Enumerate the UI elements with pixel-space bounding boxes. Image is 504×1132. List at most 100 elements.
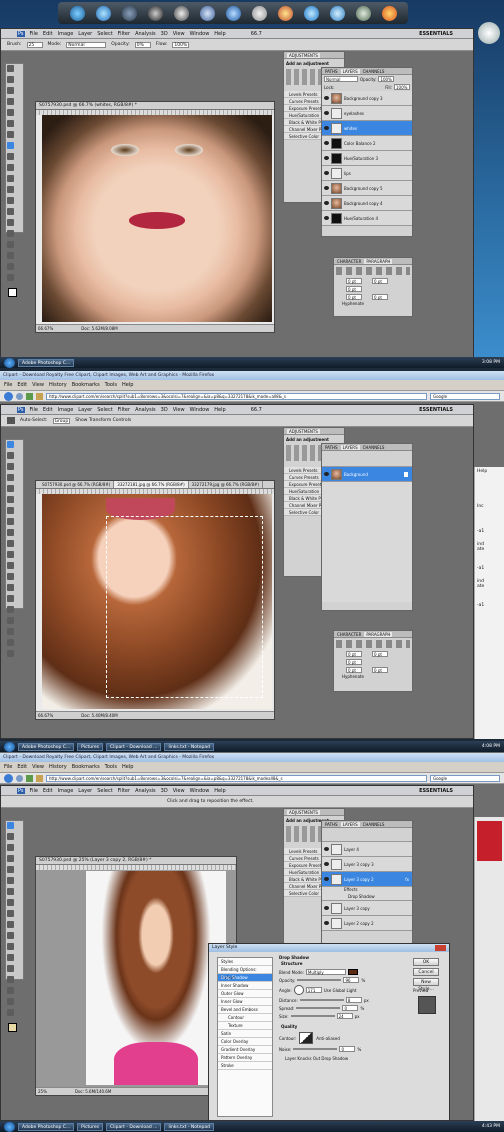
layer-name[interactable]: Hue/Saturation 4 <box>344 216 378 221</box>
layer-name[interactable]: Background copy 5 <box>344 186 383 191</box>
stamp-tool-icon[interactable] <box>7 153 14 160</box>
menu-help[interactable]: Help <box>214 788 225 794</box>
history-brush-icon[interactable] <box>7 540 14 547</box>
help-icon[interactable] <box>225 5 241 21</box>
visibility-eye-icon[interactable] <box>324 921 329 925</box>
visibility-eye-icon[interactable] <box>324 126 329 130</box>
crop-tool-icon[interactable] <box>7 109 14 116</box>
layer-row[interactable]: Layer 4 <box>322 842 412 857</box>
layer-row[interactable]: Hue/Saturation 4 <box>322 211 412 226</box>
noise-field[interactable]: 0 <box>339 1046 356 1052</box>
layer-name[interactable]: Layer 3 copy 3 <box>344 862 374 867</box>
menu-view[interactable]: View <box>173 31 185 37</box>
tab-channels[interactable]: CHANNELS <box>363 445 385 450</box>
layer-name[interactable]: Background <box>344 472 368 477</box>
path-select-icon[interactable] <box>7 241 14 248</box>
layer-row[interactable]: Color Balance 2 <box>322 136 412 151</box>
spread-slider[interactable] <box>296 1007 341 1009</box>
spread-field[interactable]: 0 <box>342 1005 359 1011</box>
close-icon[interactable] <box>435 945 446 951</box>
menu-help[interactable]: Help <box>214 31 225 37</box>
menu-layer[interactable]: Layer <box>78 407 92 413</box>
forward-icon[interactable] <box>16 774 23 782</box>
crop-tool-icon[interactable] <box>7 866 14 873</box>
trash-icon[interactable] <box>251 5 267 21</box>
document-title[interactable]: S0757930.psd @ 25% (Layer 3 copy 2, RGB/… <box>36 857 236 865</box>
angle-dial-icon[interactable] <box>293 985 304 995</box>
marquee-tool-icon[interactable] <box>7 76 14 83</box>
ff-menu-history[interactable]: History <box>49 764 67 770</box>
new-style-button[interactable]: New Style... <box>413 978 439 992</box>
healing-tool-icon[interactable] <box>7 888 14 895</box>
fill-field[interactable]: 100% <box>394 84 410 90</box>
lasso-tool-icon[interactable] <box>7 463 14 470</box>
wand-tool-icon[interactable] <box>7 98 14 105</box>
taskbar-firefox[interactable]: Clipart - Download ... <box>106 1122 162 1131</box>
lasso-tool-icon[interactable] <box>7 844 14 851</box>
ff-menu-help[interactable]: Help <box>122 764 133 770</box>
zoom-level[interactable]: 66.7 <box>251 31 262 37</box>
tab-layers[interactable]: LAYERS <box>340 444 360 450</box>
zoom-level[interactable]: 66.7 <box>251 407 262 413</box>
zoom-tool-icon[interactable] <box>7 1009 14 1016</box>
cancel-button[interactable]: Cancel <box>413 968 439 976</box>
hyphenate-checkbox[interactable]: Hyphenate <box>334 301 412 306</box>
menu-file[interactable]: File <box>30 31 38 37</box>
crop-tool-icon[interactable] <box>7 485 14 492</box>
visibility-eye-icon[interactable] <box>324 906 329 910</box>
brush-tool-icon[interactable] <box>7 142 14 149</box>
menu-select[interactable]: Select <box>97 31 112 37</box>
url-bar[interactable]: http://www.clipart.com/en/search/split?s… <box>46 392 427 400</box>
menu-select[interactable]: Select <box>97 407 112 413</box>
style-contour[interactable]: Contour <box>218 1014 272 1022</box>
wand-tool-icon[interactable] <box>7 855 14 862</box>
space-after[interactable]: 0 pt <box>372 667 388 673</box>
brush-tool-icon[interactable] <box>7 899 14 906</box>
style-drop-shadow[interactable]: Drop Shadow <box>218 974 272 982</box>
layer-row[interactable]: Layer 3 copy 3 <box>322 857 412 872</box>
firefox-titlebar[interactable]: Clipart - Download Royalty Free Clipart,… <box>0 753 504 762</box>
home-icon[interactable] <box>36 774 43 782</box>
search-box[interactable]: Google <box>430 774 500 782</box>
tab-adjustments[interactable]: ADJUSTMENTS <box>287 809 320 815</box>
taskbar-firefox[interactable]: Clipart - Download ... <box>106 742 162 751</box>
styles-header[interactable]: Styles <box>218 958 272 966</box>
menu-analysis[interactable]: Analysis <box>135 31 156 37</box>
visibility-eye-icon[interactable] <box>324 96 329 100</box>
visibility-eye-icon[interactable] <box>324 171 329 175</box>
taskbar-pictures[interactable]: Pictures <box>77 1122 103 1131</box>
angle-field[interactable]: 171 <box>305 987 322 993</box>
visibility-eye-icon[interactable] <box>324 847 329 851</box>
move-tool-icon[interactable] <box>7 822 14 829</box>
layer-row[interactable]: Background copy 4 <box>322 196 412 211</box>
menu-edit[interactable]: Edit <box>43 31 53 37</box>
indent-right[interactable]: 0 pt <box>372 651 388 657</box>
tab-paragraph[interactable]: PARAGRAPH <box>364 631 393 637</box>
layer-name[interactable]: Layer 4 <box>344 847 359 852</box>
move-tool-icon[interactable] <box>7 441 14 448</box>
flow-field[interactable]: 100% <box>172 41 190 48</box>
layer-name[interactable]: Background copy 4 <box>344 201 383 206</box>
zoom-readout[interactable]: 66.67% <box>38 713 53 718</box>
zoom-readout[interactable]: 25% <box>38 1089 47 1094</box>
style-blending-options[interactable]: Blending Options: Default <box>218 966 272 980</box>
start-button-icon[interactable] <box>4 741 15 752</box>
firefox-icon[interactable] <box>381 5 397 21</box>
layer-row[interactable]: eyelashes <box>322 106 412 121</box>
blur-tool-icon[interactable] <box>7 573 14 580</box>
recycle-icon[interactable] <box>355 5 371 21</box>
type-tool-icon[interactable] <box>7 987 14 994</box>
style-color-overlay[interactable]: Color Overlay <box>218 1038 272 1046</box>
doc-tab[interactable]: 33272179.jpg @ 66.7% (RGB/8#) <box>189 481 263 488</box>
noise-slider[interactable] <box>293 1048 338 1050</box>
menu-analysis[interactable]: Analysis <box>135 788 156 794</box>
style-bevel-emboss[interactable]: Bevel and Emboss <box>218 1006 272 1014</box>
hyphenate-checkbox[interactable]: Hyphenate <box>334 674 412 679</box>
space-before[interactable]: 0 pt <box>346 667 362 673</box>
reload-icon[interactable] <box>26 392 33 400</box>
size-slider[interactable] <box>290 1015 335 1017</box>
blur-tool-icon[interactable] <box>7 954 14 961</box>
media-icon[interactable] <box>147 5 163 21</box>
layer-opacity-field[interactable]: 100% <box>378 76 395 82</box>
menu-image[interactable]: Image <box>58 788 74 794</box>
